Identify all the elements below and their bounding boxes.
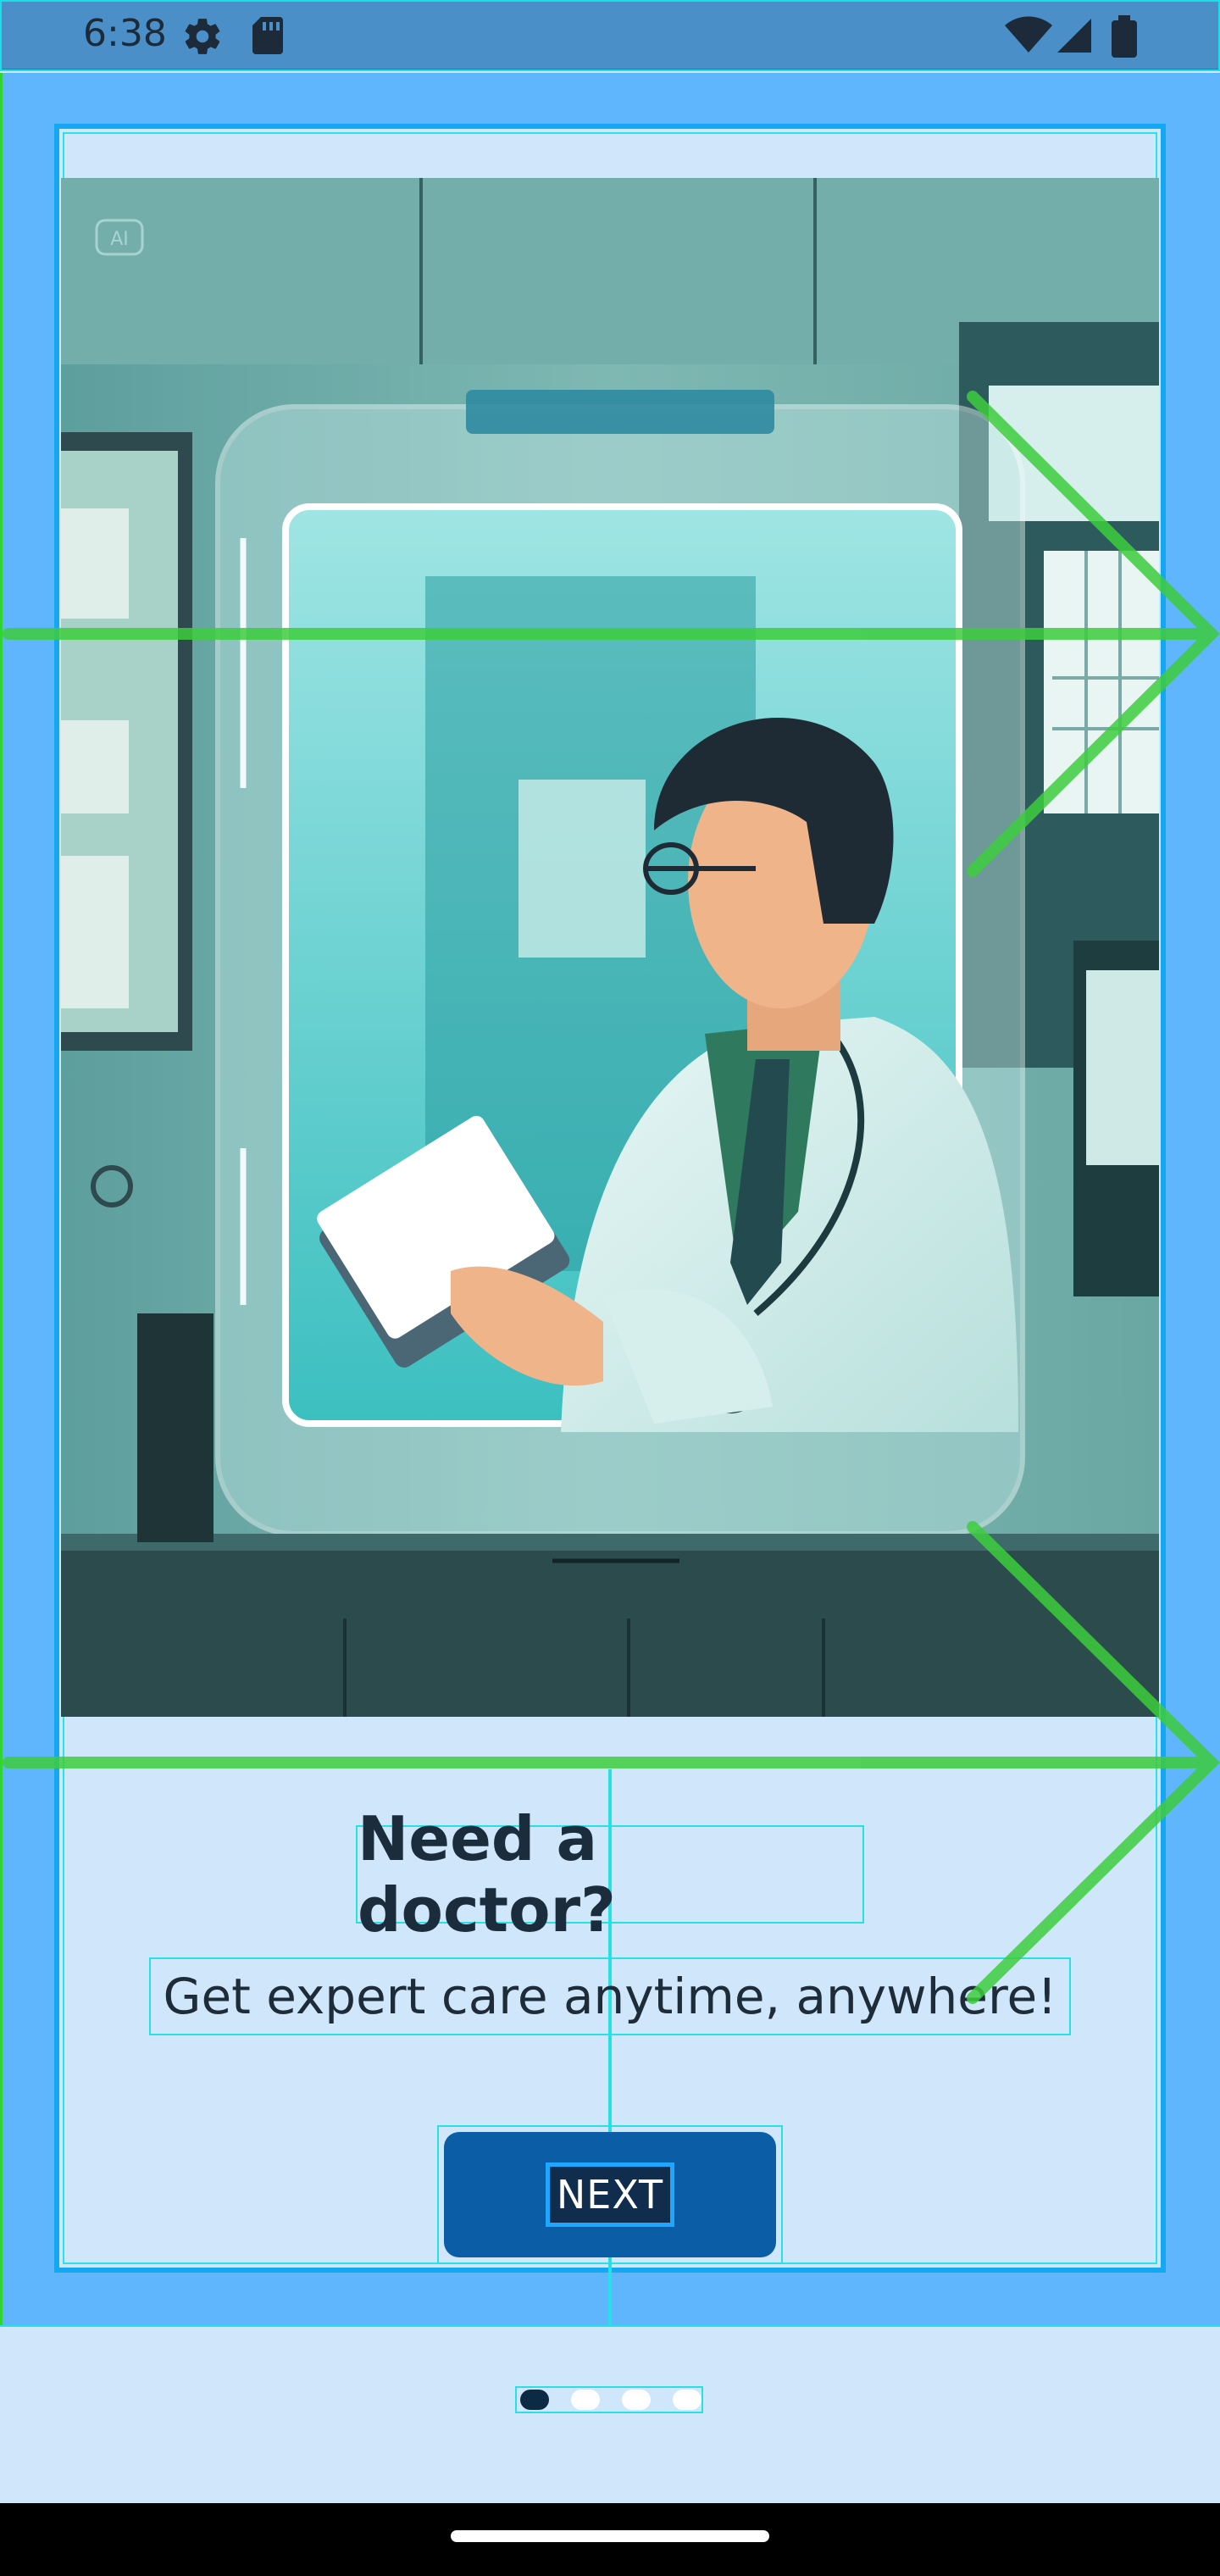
pager-footer <box>0 2325 1220 2503</box>
onboarding-title: Need a doctor? <box>356 1803 864 1946</box>
next-button[interactable]: NEXT <box>444 2132 776 2257</box>
home-gesture-handle[interactable] <box>451 2530 769 2542</box>
next-button-container: NEXT <box>437 2125 783 2264</box>
ai-badge: AI <box>110 229 129 250</box>
wifi-icon <box>1005 15 1052 59</box>
signal-icon <box>1054 15 1095 59</box>
onboarding-subtitle: Get expert care anytime, anywhere! <box>149 1957 1071 2035</box>
page-dot-active[interactable] <box>520 2390 549 2410</box>
gear-icon <box>181 15 224 61</box>
status-bar: 6:38 <box>0 0 1220 71</box>
next-button-label: NEXT <box>545 2162 675 2227</box>
page-dot[interactable] <box>571 2390 600 2410</box>
onboarding-screen: 6:38 AI Need a doctor? Get expert care a… <box>0 0 1220 2576</box>
page-dot[interactable] <box>622 2390 651 2410</box>
battery-icon <box>1112 15 1137 61</box>
doctor-illustration: AI <box>61 178 1159 1717</box>
sd-card-icon <box>251 15 285 59</box>
page-dot[interactable] <box>673 2390 702 2410</box>
status-time: 6:38 <box>83 12 167 55</box>
page-indicator <box>515 2386 703 2413</box>
